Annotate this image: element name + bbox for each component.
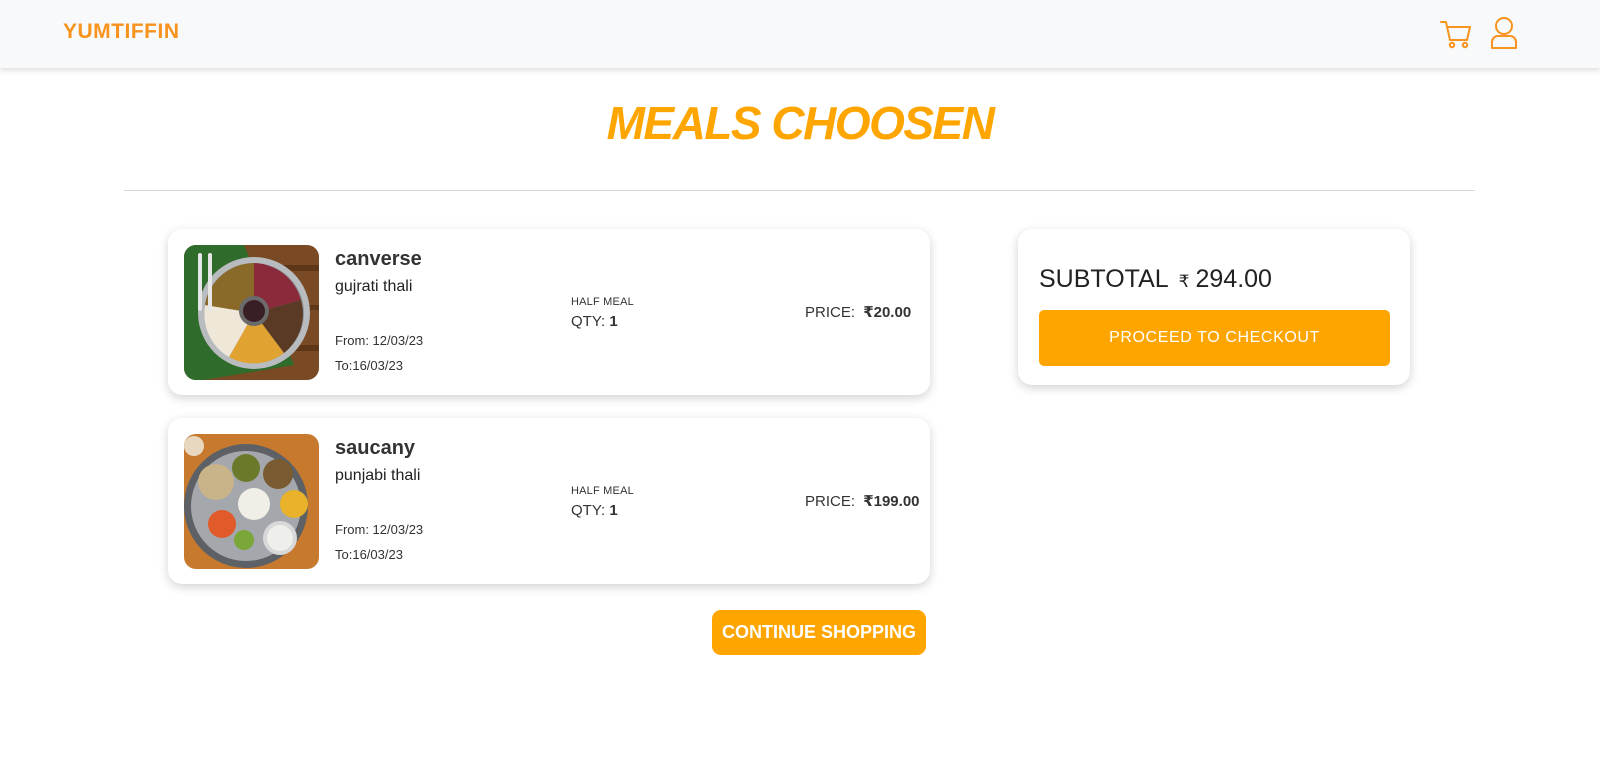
quantity: QTY: 1 bbox=[571, 313, 618, 330]
price-amount: ₹199.00 bbox=[863, 493, 920, 510]
quantity: QTY: 1 bbox=[571, 502, 618, 519]
qty-label: QTY: bbox=[571, 502, 606, 519]
subtotal-label: SUBTOTAL bbox=[1039, 265, 1169, 293]
meal-image bbox=[184, 245, 319, 380]
brand-logo[interactable]: YUMTIFFIN bbox=[63, 20, 179, 44]
from-date: From: 12/03/23 bbox=[335, 333, 424, 348]
rupee-icon: ₹ bbox=[863, 304, 874, 321]
cart-item: canverse gujrati thali From: 12/03/23 To… bbox=[168, 229, 930, 395]
meal-name: canverse bbox=[335, 248, 422, 270]
qty-value: 1 bbox=[609, 313, 618, 330]
qty-value: 1 bbox=[609, 502, 618, 519]
page-title: MEALS CHOOSEN bbox=[606, 97, 995, 149]
from-date: From: 12/03/23 bbox=[335, 522, 424, 537]
meal-description: gujrati thali bbox=[335, 278, 413, 295]
price: PRICE: ₹20.00 bbox=[805, 303, 911, 321]
to-date: To:16/03/23 bbox=[335, 358, 403, 373]
order-summary: SUBTOTAL ₹294.00 PROCEED TO CHECKOUT bbox=[1018, 229, 1410, 385]
qty-label: QTY: bbox=[571, 313, 606, 330]
subtotal-amount: 294.00 bbox=[1195, 265, 1272, 293]
price: PRICE: ₹199.00 bbox=[805, 492, 920, 510]
price-label: PRICE: bbox=[805, 493, 856, 510]
rupee-icon: ₹ bbox=[863, 493, 874, 510]
price-label: PRICE: bbox=[805, 304, 856, 321]
user-icon[interactable] bbox=[1488, 16, 1520, 50]
nav-icons bbox=[1440, 16, 1520, 50]
proceed-to-checkout-button[interactable]: PROCEED TO CHECKOUT bbox=[1039, 310, 1390, 366]
navbar: YUMTIFFIN bbox=[0, 0, 1600, 68]
continue-shopping-button[interactable]: CONTINUE SHOPPING bbox=[712, 610, 926, 655]
meal-image bbox=[184, 434, 319, 569]
divider bbox=[124, 190, 1475, 191]
meal-type-label: HALF MEAL bbox=[571, 485, 634, 497]
meal-type-label: HALF MEAL bbox=[571, 296, 634, 308]
subtotal: SUBTOTAL ₹294.00 bbox=[1039, 265, 1272, 294]
meal-description: punjabi thali bbox=[335, 467, 421, 484]
cart-icon[interactable] bbox=[1440, 16, 1472, 50]
price-amount: ₹20.00 bbox=[863, 304, 912, 321]
to-date: To:16/03/23 bbox=[335, 547, 403, 562]
meal-name: saucany bbox=[335, 437, 416, 459]
rupee-icon: ₹ bbox=[1178, 272, 1190, 291]
cart-item: saucany punjabi thali From: 12/03/23 To:… bbox=[168, 418, 930, 584]
